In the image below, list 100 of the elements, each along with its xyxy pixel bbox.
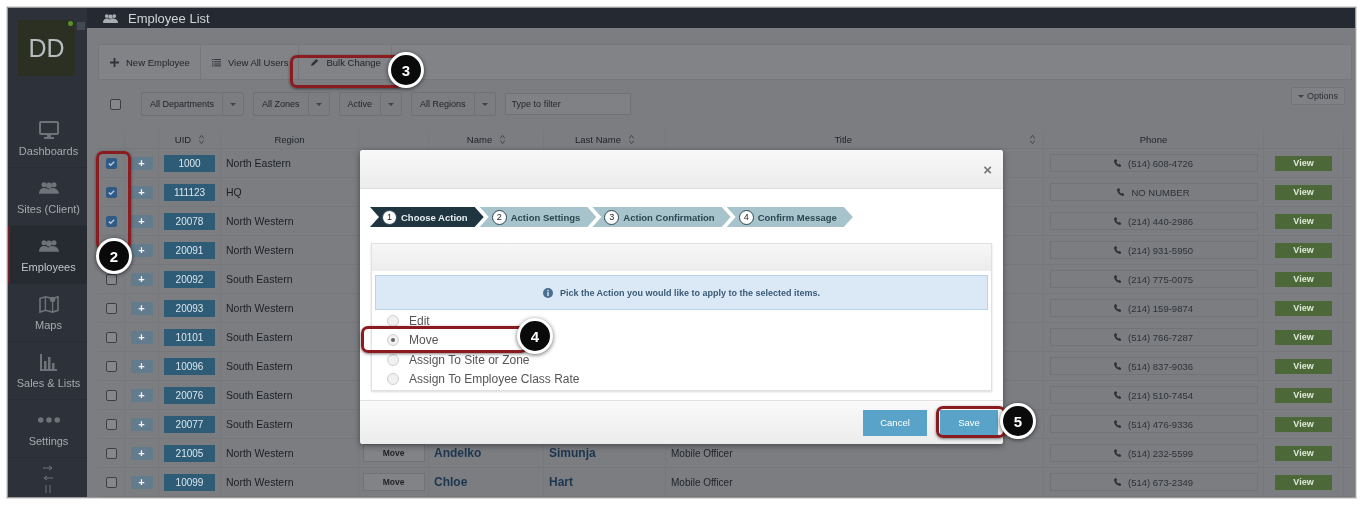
move-button[interactable]: Move [362,473,425,491]
move-button[interactable]: Move [362,444,425,462]
radio-button[interactable] [387,314,399,327]
expand-button[interactable]: + [130,446,153,460]
filter-dropdown[interactable]: All Zones [253,92,330,116]
caret-icon [230,102,237,106]
wizard-step[interactable]: 4 Confirm Message [726,207,853,227]
step-number: 4 [738,209,754,225]
expand-button[interactable]: + [130,214,153,228]
view-button[interactable]: View [1275,155,1332,171]
table-cell: North Eastern [226,157,291,169]
toolbar-button[interactable]: View All Users [200,45,300,79]
view-button[interactable]: View [1275,445,1332,461]
uid-badge: 1000 [164,154,215,172]
expand-button[interactable]: + [130,156,153,170]
uid-badge: 20076 [164,386,215,404]
sort-icon [500,134,506,144]
row-checkbox[interactable] [105,331,117,343]
expand-button[interactable]: + [130,417,153,431]
table-cell: South Eastern [226,360,293,372]
table-cell: South Eastern [226,418,293,430]
filter-dropdown[interactable]: All Departments [141,92,245,116]
sort-icon [1030,134,1035,144]
row-checkbox[interactable] [105,389,117,401]
table-cell: South Eastern [226,331,293,343]
view-button[interactable]: View [1275,329,1332,345]
row-checkbox[interactable] [105,273,117,285]
select-all-checkbox[interactable] [109,98,121,110]
map-icon [38,294,59,313]
row-checkbox[interactable] [105,302,117,314]
row-checkbox[interactable] [105,418,117,430]
table-cell: North Western [226,447,294,459]
expand-button[interactable]: + [130,185,153,199]
row-checkbox[interactable] [105,476,117,488]
column-header[interactable]: Title [666,130,1044,148]
check-icon [106,187,116,197]
view-button[interactable]: View [1275,474,1332,490]
wizard-step[interactable]: 2 Action Settings [479,207,597,227]
row-checkbox[interactable] [105,215,117,227]
step-label: Choose Action [401,211,468,223]
table-cell: Mobile Officer [671,476,733,488]
expand-button[interactable]: + [130,301,153,315]
caret-icon [315,102,322,106]
view-button[interactable]: View [1275,358,1332,374]
nav-item[interactable]: Employees [8,226,87,284]
phone-icon [1114,478,1122,486]
view-button[interactable]: View [1275,416,1332,432]
caret-icon [481,102,488,106]
option-label: Move [409,333,439,348]
view-button[interactable]: View [1275,184,1332,200]
view-button[interactable]: View [1275,387,1332,403]
radio-button[interactable] [387,334,399,347]
column-header[interactable]: Last Name [544,130,666,148]
filter-field[interactable]: Type to filter [504,93,631,115]
monitor-icon [38,120,59,139]
wizard-step[interactable]: 1 Choose Action [370,207,484,227]
option-label: Assign To Employee Class Rate [409,372,580,387]
radio-button[interactable] [387,373,399,386]
phone-icon [1114,420,1122,428]
phone-icon [1114,275,1122,283]
sort-icon [628,134,634,144]
cancel-button[interactable]: Cancel [863,409,927,436]
table-cell: North Western [226,476,294,488]
expand-button[interactable]: + [130,243,153,257]
phone-number: (214) 510-7454 [1128,389,1193,401]
row-checkbox[interactable] [105,157,117,169]
expand-button[interactable]: + [130,272,153,286]
row-checkbox[interactable] [105,186,117,198]
row-checkbox[interactable] [105,447,117,459]
uid-badge: 10101 [164,328,215,346]
view-button[interactable]: View [1275,242,1332,258]
wizard-step[interactable]: 3 Action Confirmation [592,207,731,227]
filter-dropdown[interactable]: Active [338,92,403,116]
arrows-icon [41,464,54,494]
view-button[interactable]: View [1275,300,1332,316]
filter-dropdown[interactable]: All Regions [411,92,496,116]
table-cell: South Eastern [226,389,293,401]
options-button[interactable]: Options [1290,87,1345,105]
phone-number: (514) 837-9036 [1128,360,1193,372]
check-icon [106,216,116,226]
column-header[interactable]: Name [429,130,544,148]
table-cell: Hart [549,475,573,489]
expand-button[interactable]: + [130,330,153,344]
column-header[interactable]: UID [159,130,221,148]
toolbar-button[interactable]: New Employee [99,45,201,79]
radio-button[interactable] [387,353,399,366]
table-cell: Andelko [434,446,482,460]
view-button[interactable]: View [1275,271,1332,287]
step-number: 2 [491,209,507,225]
save-button[interactable]: Save [940,409,998,436]
expand-button[interactable]: + [130,388,153,402]
view-button[interactable]: View [1275,213,1332,229]
uid-badge: 10096 [164,357,215,375]
uid-badge: 20078 [164,212,215,230]
expand-button[interactable]: + [130,359,153,373]
row-checkbox[interactable] [105,360,117,372]
expand-button[interactable]: + [130,475,153,489]
uid-badge: 111123 [164,183,215,201]
phone-number: (214) 775-0075 [1128,273,1193,285]
close-button[interactable]: × [980,161,995,177]
